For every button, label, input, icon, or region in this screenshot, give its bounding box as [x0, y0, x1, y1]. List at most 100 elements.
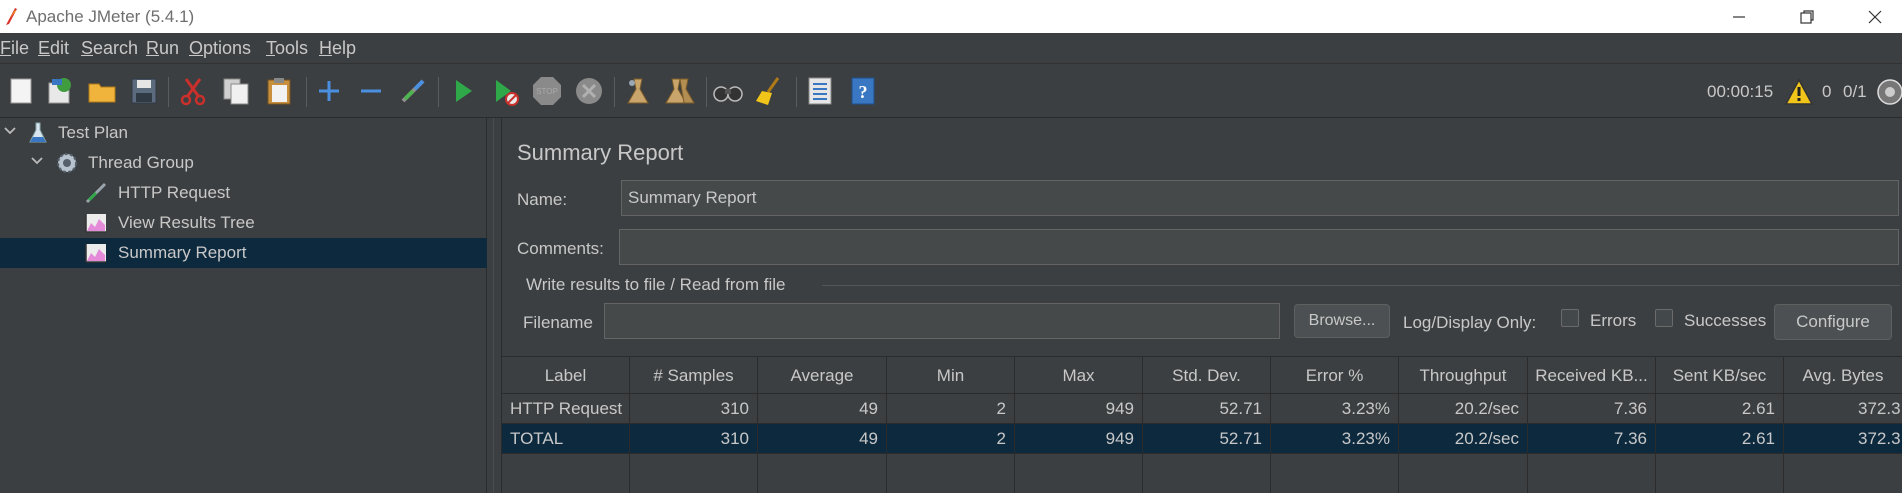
elapsed-timer: 00:00:15 [1707, 82, 1774, 101]
menu-edit[interactable]: Edit [38, 38, 69, 59]
shutdown-icon[interactable] [573, 75, 605, 107]
menu-run[interactable]: Run [146, 38, 179, 59]
table-row[interactable]: HTTP Request 310 49 2 949 52.71 3.23% 20… [502, 394, 1902, 424]
start-icon[interactable] [447, 75, 479, 107]
collapse-icon[interactable] [355, 75, 387, 107]
menu-file-label: ile [11, 38, 30, 58]
tree-item-view-results-tree[interactable]: View Results Tree [0, 208, 487, 238]
file-group-title: Write results to file / Read from file [526, 275, 786, 294]
column-header-label[interactable]: Label [502, 357, 630, 395]
cell-error-pct: 3.23% [1271, 394, 1399, 424]
minimize-icon [1733, 15, 1745, 18]
filename-field[interactable] [604, 303, 1280, 339]
grid-line [886, 454, 887, 493]
tree-item-label: Summary Report [118, 243, 247, 262]
column-header-sent-kb[interactable]: Sent KB/sec [1656, 357, 1784, 395]
paste-icon[interactable] [263, 75, 295, 107]
copy-icon[interactable] [220, 75, 252, 107]
menu-file[interactable]: File [0, 38, 29, 59]
errors-checkbox[interactable] [1561, 309, 1579, 327]
stop-icon[interactable]: STOP [531, 75, 563, 107]
successes-checkbox[interactable] [1655, 309, 1673, 327]
function-helper-icon[interactable] [804, 75, 836, 107]
menu-search[interactable]: Search [81, 38, 138, 59]
chevron-down-icon[interactable] [3, 124, 17, 138]
warning-icon[interactable] [1784, 78, 1814, 106]
minimize-button[interactable] [1705, 0, 1773, 33]
menu-tools-mnemonic: T [266, 38, 275, 58]
filename-label: Filename [523, 313, 593, 332]
tree-item-label: Thread Group [88, 153, 194, 172]
cell-sent-kb: 2.61 [1656, 424, 1784, 454]
column-header-received-kb[interactable]: Received KB... [1528, 357, 1656, 395]
toolbar-separator [796, 77, 797, 107]
save-icon[interactable] [128, 75, 160, 107]
active-threads: 0/1 [1843, 82, 1867, 101]
cell-min: 2 [887, 394, 1015, 424]
cell-label: TOTAL [502, 424, 630, 454]
reset-search-icon[interactable] [754, 75, 786, 107]
maximize-button[interactable] [1773, 0, 1841, 33]
menu-options-mnemonic: O [189, 38, 204, 58]
expand-icon[interactable] [313, 75, 345, 107]
cell-std-dev: 52.71 [1143, 424, 1271, 454]
toolbar-separator [168, 77, 169, 107]
group-border [822, 285, 1900, 286]
column-header-avg-bytes[interactable]: Avg. Bytes [1784, 357, 1902, 395]
clear-all-icon[interactable] [664, 75, 696, 107]
tree-item-summary-report[interactable]: Summary Report [0, 238, 487, 268]
column-header-min[interactable]: Min [887, 357, 1015, 395]
configure-button[interactable]: Configure [1774, 304, 1892, 340]
help-icon[interactable]: ? [846, 75, 878, 107]
clear-icon[interactable] [622, 75, 654, 107]
cell-avg-bytes: 372.3 [1858, 399, 1901, 418]
menu-help[interactable]: Help [319, 38, 356, 59]
column-header-throughput[interactable]: Throughput [1399, 357, 1528, 395]
table-row[interactable]: TOTAL 310 49 2 949 52.71 3.23% 20.2/sec … [502, 424, 1902, 454]
comments-field[interactable] [619, 229, 1899, 265]
grid-line [1398, 454, 1399, 493]
grid-line [629, 454, 630, 493]
start-no-pauses-icon[interactable] [489, 75, 521, 107]
menu-file-mnemonic: F [0, 38, 11, 58]
cut-icon[interactable] [177, 75, 209, 107]
menu-tools[interactable]: Tools [266, 38, 308, 59]
column-header-max[interactable]: Max [1015, 357, 1143, 395]
svg-text:STOP: STOP [536, 87, 558, 96]
column-header-samples[interactable]: # Samples [630, 357, 758, 395]
http-request-icon [85, 182, 107, 204]
column-header-error-pct[interactable]: Error % [1271, 357, 1399, 395]
menu-run-label: un [159, 38, 180, 58]
menu-options[interactable]: Options [189, 38, 251, 59]
column-header-average[interactable]: Average [758, 357, 887, 395]
chevron-down-icon[interactable] [30, 154, 44, 168]
column-header-std-dev[interactable]: Std. Dev. [1143, 357, 1271, 395]
templates-icon[interactable] [44, 75, 76, 107]
open-icon[interactable] [86, 75, 118, 107]
warning-count: 0 [1822, 82, 1832, 101]
cell-min: 2 [887, 424, 1015, 454]
grid-line [1783, 454, 1784, 493]
close-icon [1868, 10, 1882, 23]
tree-item-http-request[interactable]: HTTP Request [0, 178, 487, 208]
browse-button[interactable]: Browse... [1294, 304, 1390, 338]
cell-std-dev: 52.71 [1143, 394, 1271, 424]
grid-line [1142, 454, 1143, 493]
menu-help-label: elp [332, 38, 357, 58]
title-bar: Apache JMeter (5.4.1) [0, 0, 1902, 33]
name-field[interactable] [621, 180, 1899, 216]
toggle-icon[interactable] [397, 75, 429, 107]
grid-line [1527, 454, 1528, 493]
menu-help-mnemonic: H [319, 38, 332, 58]
new-icon[interactable] [5, 75, 37, 107]
toolbar-separator [438, 77, 439, 107]
split-pane-divider[interactable] [487, 118, 502, 493]
errors-label: Errors [1590, 311, 1637, 330]
summary-table: Label # Samples Average Min Max Std. Dev… [502, 356, 1902, 493]
close-button[interactable] [1841, 0, 1902, 33]
tree-item-thread-group[interactable]: Thread Group [0, 148, 487, 178]
remote-status-icon[interactable] [1876, 77, 1902, 107]
tree-item-test-plan[interactable]: Test Plan [0, 118, 487, 148]
cell-label: HTTP Request [502, 394, 630, 424]
search-icon[interactable] [712, 75, 744, 107]
